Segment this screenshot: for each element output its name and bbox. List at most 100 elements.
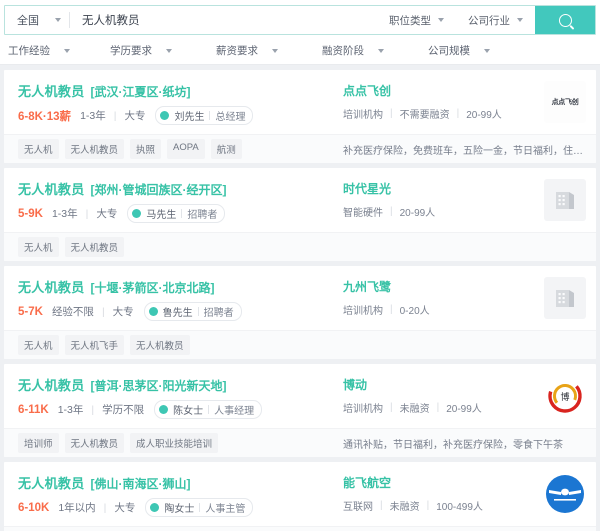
wings-logo-icon bbox=[546, 475, 584, 513]
company-funding: 未融资 bbox=[399, 404, 430, 415]
city-selector[interactable]: 全国 bbox=[5, 6, 69, 34]
company-industry: 培训机构 bbox=[343, 404, 383, 415]
job-tag[interactable]: 无人机教员 bbox=[64, 237, 125, 257]
job-title-line[interactable]: 无人机教员 [郑州·管城回族区·经开区] bbox=[18, 179, 343, 198]
job-card-footer: 培训师 无人机教员 成人职业技能培训 通讯补贴，节日福利，补充医疗保险，零食下午茶 bbox=[4, 428, 596, 457]
company-meta: 培训机构 | 未融资 | 20-99人 bbox=[343, 400, 544, 415]
job-tag[interactable]: 无人机 bbox=[18, 237, 59, 257]
job-meta: 5-7K 经验不限 | 大专 鲁先生 招聘者 bbox=[18, 302, 343, 321]
recruiter-role: 人事主管 bbox=[205, 504, 246, 515]
job-experience: 1年以内 bbox=[58, 502, 96, 514]
meta-separator: | bbox=[380, 500, 383, 511]
job-experience: 1-3年 bbox=[57, 404, 84, 416]
search-input[interactable]: 无人机教员 bbox=[70, 6, 377, 34]
company-name: 能飞航空 bbox=[343, 476, 392, 490]
filter-work-experience[interactable]: 工作经验 bbox=[8, 43, 70, 58]
chevron-down-icon bbox=[166, 48, 172, 53]
job-search-page: 全国 无人机教员 职位类型 公司行业 工作经验 学历要求 薪资要求 融资阶段 公… bbox=[0, 0, 600, 531]
company-benefits bbox=[343, 345, 586, 346]
job-location: [武汉·江夏区·纸坊] bbox=[90, 85, 191, 99]
filter-salary[interactable]: 薪资要求 bbox=[216, 43, 278, 58]
company-industry: 培训机构 bbox=[343, 110, 383, 121]
job-title: 无人机教员 bbox=[18, 182, 85, 197]
recruiter-chip[interactable]: 陈女士 人事经理 bbox=[154, 400, 263, 419]
avatar-icon bbox=[160, 111, 170, 120]
recruiter-chip[interactable]: 马先生 招聘者 bbox=[127, 204, 226, 223]
meta-separator: | bbox=[456, 108, 460, 119]
job-type-filter[interactable]: 职位类型 bbox=[377, 6, 456, 34]
company-info[interactable]: 能飞航空 互联网 | 未融资 | 100-499人 bbox=[343, 473, 586, 517]
company-logo bbox=[544, 179, 586, 221]
job-tag[interactable]: 无人机 bbox=[18, 335, 59, 355]
job-tag[interactable]: 航测 bbox=[210, 139, 242, 159]
company-logo-wordmark: 点点飞创 bbox=[544, 81, 586, 123]
job-tag[interactable]: 无人机教员 bbox=[130, 335, 190, 355]
company-funding: 不需要融资 bbox=[399, 110, 450, 121]
company-size: 20-99人 bbox=[466, 110, 502, 121]
meta-separator: | bbox=[426, 500, 430, 511]
filter-education-label: 学历要求 bbox=[110, 45, 152, 57]
job-meta: 5-9K 1-3年 | 大专 马先生 招聘者 bbox=[18, 204, 343, 223]
filter-funding-stage[interactable]: 融资阶段 bbox=[322, 43, 384, 58]
company-info[interactable]: 九州飞鹭 培训机构 | 0-20人 bbox=[343, 277, 586, 321]
company-industry-filter[interactable]: 公司行业 bbox=[456, 6, 535, 34]
job-card-body: 无人机教员 [武汉·江夏区·纸坊] 6-8K·13薪 1-3年 | 大专 刘先生 总经理 点点飞… bbox=[4, 70, 596, 134]
svg-text:博: 博 bbox=[560, 391, 569, 403]
company-info[interactable]: 博动 培训机构 | 未融资 | 20-99人 博 bbox=[343, 375, 586, 419]
job-title-line[interactable]: 无人机教员 [佛山·南海区·狮山] bbox=[18, 473, 343, 492]
job-title-line[interactable]: 无人机教员 [普洱·思茅区·阳光新天地] bbox=[18, 375, 343, 394]
company-industry: 互联网 bbox=[343, 502, 373, 513]
job-card[interactable]: 无人机教员 [武汉·江夏区·纸坊] 6-8K·13薪 1-3年 | 大专 刘先生 总经理 点点飞… bbox=[4, 70, 596, 163]
filter-education[interactable]: 学历要求 bbox=[110, 43, 172, 58]
recruiter-name: 陶女士 bbox=[164, 504, 195, 515]
recruiter-divider bbox=[197, 307, 199, 316]
recruiter-chip[interactable]: 鲁先生 招聘者 bbox=[143, 302, 242, 321]
meta-separator: | bbox=[91, 403, 95, 416]
company-size: 20-99人 bbox=[399, 208, 436, 219]
job-salary: 5-7K bbox=[18, 305, 43, 318]
job-card[interactable]: 无人机教员 [十堰·茅箭区·北京北路] 5-7K 经验不限 | 大专 鲁先生 招聘者 九州飞鹭培… bbox=[4, 266, 596, 359]
recruiter-chip[interactable]: 陶女士 人事主管 bbox=[145, 498, 254, 517]
job-title-line[interactable]: 无人机教员 [武汉·江夏区·纸坊] bbox=[18, 81, 343, 100]
company-info[interactable]: 点点飞创 培训机构 | 不需要融资 | 20-99人 点点飞创 bbox=[343, 81, 586, 125]
recruiter-chip[interactable]: 刘先生 总经理 bbox=[155, 106, 254, 125]
company-text-block: 点点飞创 培训机构 | 不需要融资 | 20-99人 bbox=[343, 81, 544, 121]
job-tag[interactable]: 无人机飞手 bbox=[64, 335, 125, 355]
company-info[interactable]: 时代星光 智能硬件 | 20-99人 bbox=[343, 179, 586, 223]
company-size: 20-99人 bbox=[446, 404, 482, 415]
job-tag[interactable]: 执照 bbox=[130, 139, 162, 159]
company-funding: 未融资 bbox=[389, 502, 420, 513]
recruiter-divider bbox=[199, 503, 201, 512]
job-card[interactable]: 无人机教员 [佛山·南海区·狮山] 6-10K 1年以内 | 大专 陶女士 人事主管 能飞航空互… bbox=[4, 462, 596, 531]
job-card-body: 无人机教员 [普洱·思茅区·阳光新天地] 6-11K 1-3年 | 学历不限 陈女士 人事经理… bbox=[4, 364, 596, 428]
job-tag[interactable]: AOPA bbox=[167, 139, 205, 159]
recruiter-divider bbox=[209, 111, 211, 120]
job-tag[interactable]: 无人机教员 bbox=[64, 433, 125, 453]
job-tag[interactable]: 无人机 bbox=[18, 139, 59, 159]
filter-company-size[interactable]: 公司规模 bbox=[428, 43, 490, 58]
search-icon bbox=[558, 13, 572, 27]
chevron-down-icon bbox=[64, 48, 70, 53]
building-icon bbox=[556, 192, 574, 209]
job-tags: 无人机 无人机飞手 无人机教员 bbox=[18, 335, 343, 355]
job-card[interactable]: 无人机教员 [普洱·思茅区·阳光新天地] 6-11K 1-3年 | 学历不限 陈女士 人事经理… bbox=[4, 364, 596, 457]
job-info: 无人机教员 [佛山·南海区·狮山] 6-10K 1年以内 | 大专 陶女士 人事主管 bbox=[18, 473, 343, 517]
job-title-line[interactable]: 无人机教员 [十堰·茅箭区·北京北路] bbox=[18, 277, 343, 296]
job-education: 大专 bbox=[112, 306, 134, 318]
meta-separator: | bbox=[103, 501, 107, 514]
company-logo-placeholder bbox=[544, 277, 586, 319]
company-logo bbox=[544, 277, 586, 319]
job-tag[interactable]: 培训师 bbox=[18, 433, 59, 453]
job-education: 大专 bbox=[114, 502, 136, 514]
filter-company-size-label: 公司规模 bbox=[428, 45, 470, 57]
job-tag[interactable]: 成人职业技能培训 bbox=[130, 433, 219, 453]
search-button[interactable] bbox=[535, 6, 595, 34]
company-meta: 培训机构 | 不需要融资 | 20-99人 bbox=[343, 106, 544, 121]
job-tag[interactable]: 无人机教员 bbox=[64, 139, 125, 159]
job-salary: 5-9K bbox=[18, 207, 43, 220]
job-card-footer: 成人教育线下授课无人机教员集体授课节日福利，带薪年假，通讯补贴，餐补，年终奖，社… bbox=[4, 526, 596, 531]
job-card[interactable]: 无人机教员 [郑州·管城回族区·经开区] 5-9K 1-3年 | 大专 马先生 招聘者 时代星光… bbox=[4, 168, 596, 261]
job-card-body: 无人机教员 [郑州·管城回族区·经开区] 5-9K 1-3年 | 大专 马先生 招聘者 时代星光… bbox=[4, 168, 596, 232]
company-industry: 智能硬件 bbox=[343, 208, 383, 219]
search-input-value: 无人机教员 bbox=[82, 15, 140, 27]
